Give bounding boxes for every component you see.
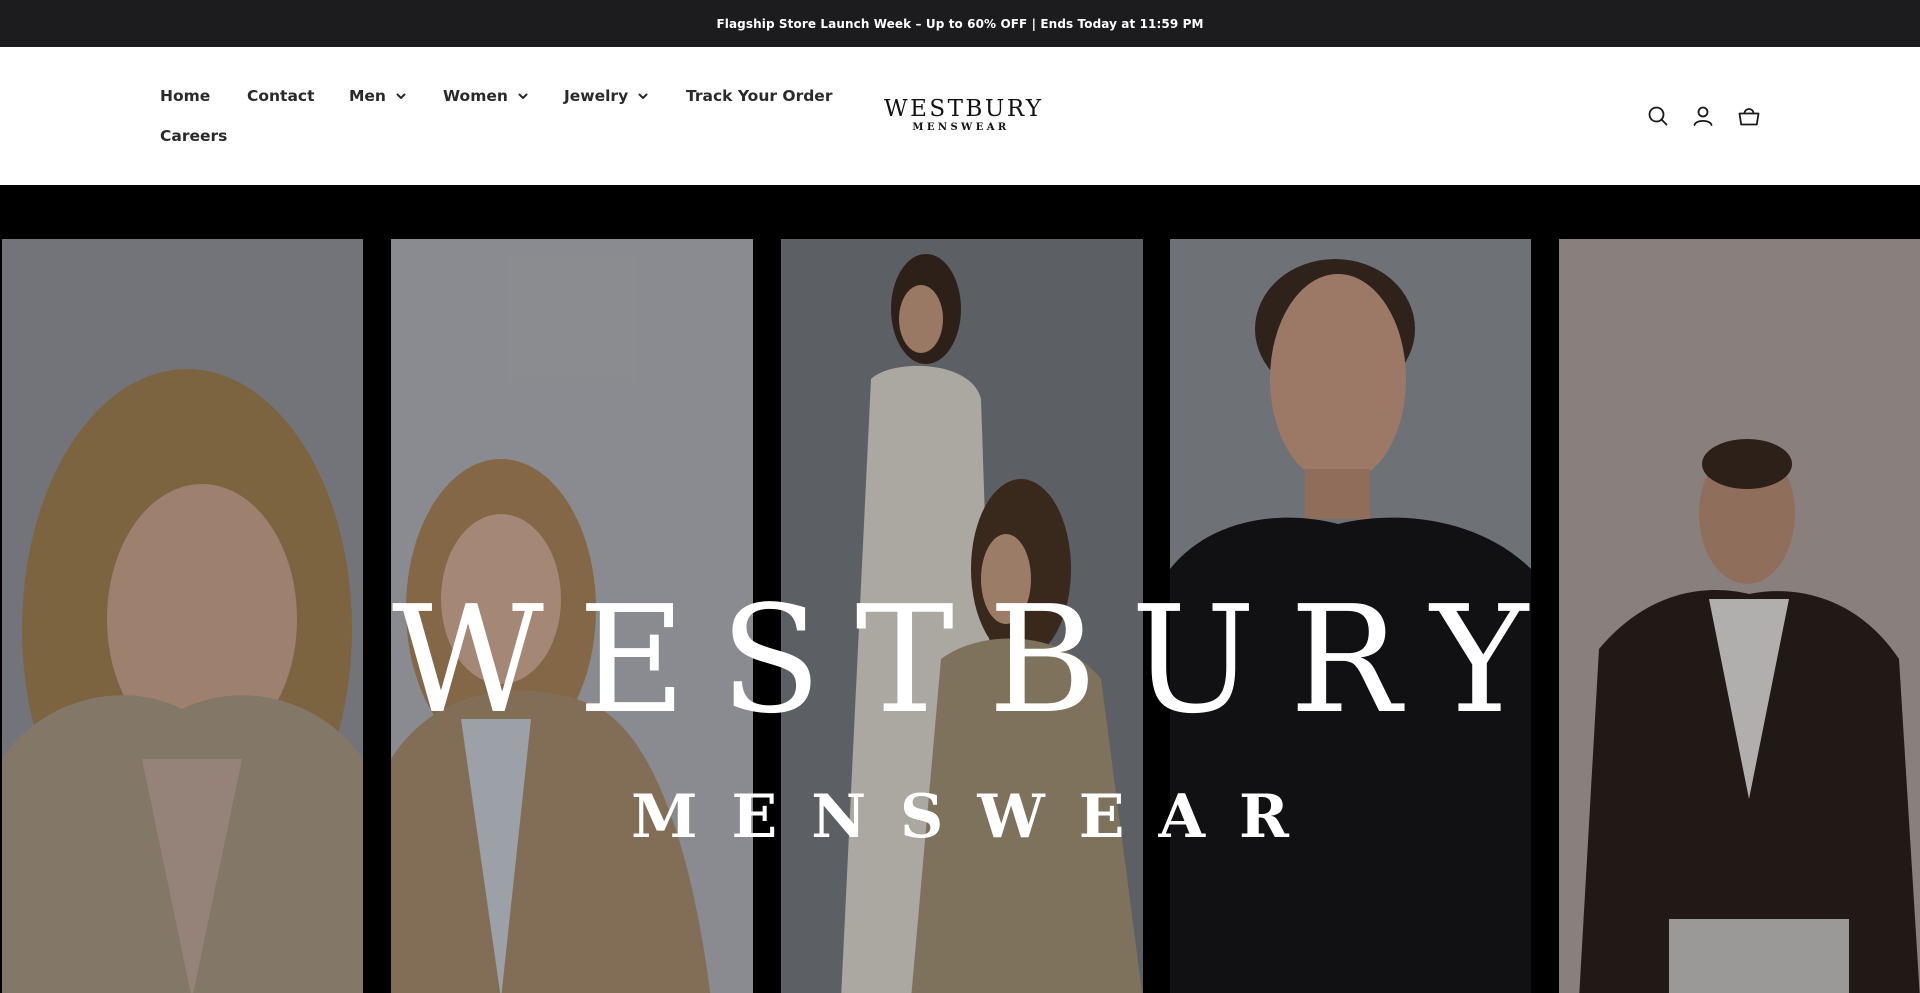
nav-item-label: Women [443,87,508,105]
nav-item-label: Careers [160,127,228,145]
search-icon[interactable] [1646,104,1670,128]
nav-item-careers[interactable]: Careers [160,127,227,145]
hero-banner: WESTBURY MENSWEAR [0,185,1920,993]
announcement-text: Flagship Store Launch Week – Up to 60% O… [716,16,1204,31]
nav-item-label: Home [160,87,211,105]
nav-item-contact[interactable]: Contact [247,87,315,105]
chevron-down-icon [395,90,407,102]
nav-item-label: Jewelry [564,87,629,105]
nav-item-label: Track Your Order [686,87,833,105]
nav-item-jewelry[interactable]: Jewelry [564,87,649,105]
logo-subtitle: MENSWEAR [912,122,1010,133]
chevron-down-icon [637,90,649,102]
hero-subtitle: MENSWEAR [631,782,1323,852]
site-header: Home Contact Men Women Jewelry Track You… [0,47,1920,185]
account-icon[interactable] [1691,104,1715,128]
nav-item-men[interactable]: Men [349,87,407,105]
cart-icon[interactable] [1737,104,1761,128]
main-nav: Home Contact Men Women Jewelry Track You… [160,47,860,185]
announcement-bar: Flagship Store Launch Week – Up to 60% O… [0,0,1920,47]
nav-item-label: Men [349,87,386,105]
hero-title: WESTBURY [391,574,1563,746]
chevron-down-icon [517,90,529,102]
nav-item-home[interactable]: Home [160,87,210,105]
nav-item-label: Contact [247,87,315,105]
site-logo[interactable]: WESTBURY MENSWEAR [884,96,1044,134]
nav-item-track-order[interactable]: Track Your Order [686,87,832,105]
nav-item-women[interactable]: Women [443,87,529,105]
logo-wordmark: WESTBURY [884,96,1044,122]
